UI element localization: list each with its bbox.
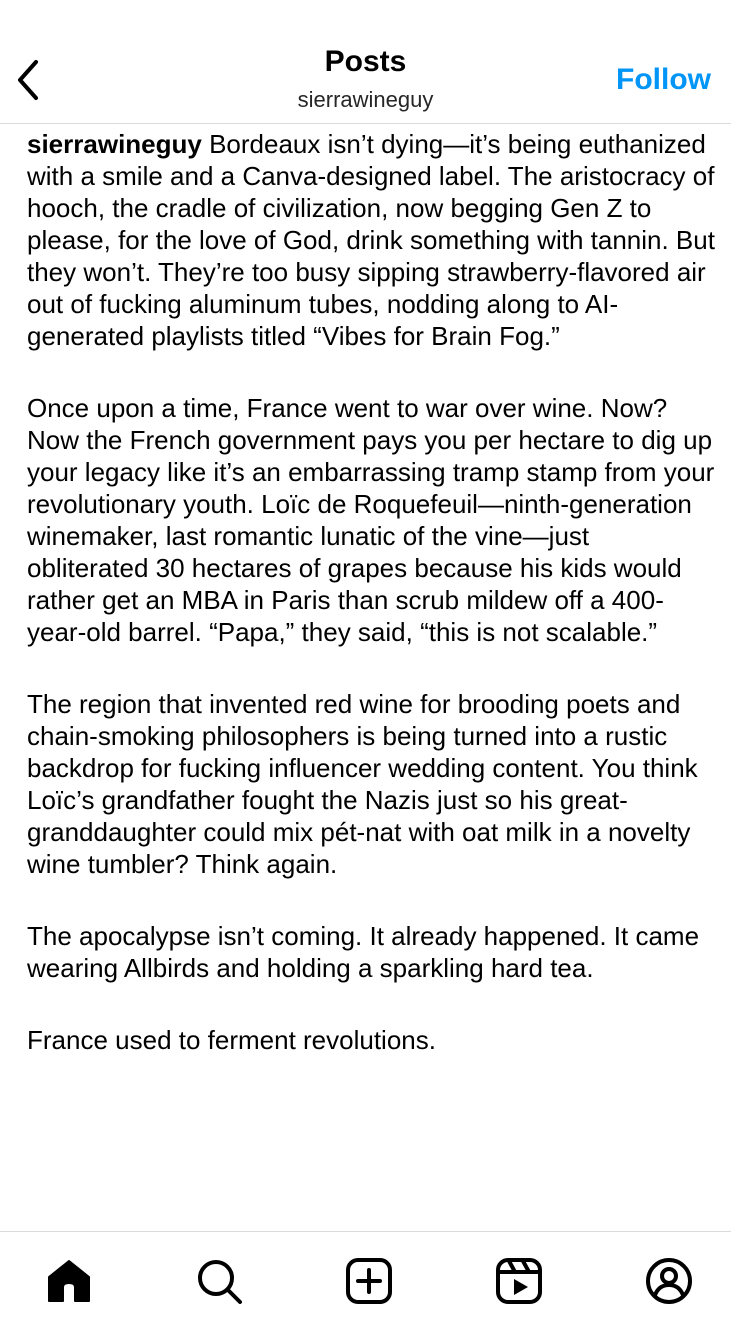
create-post-icon xyxy=(346,1258,392,1304)
caption-username[interactable]: sierrawineguy xyxy=(27,129,202,159)
caption-paragraph: The apocalypse isn’t coming. It already … xyxy=(27,921,700,983)
tab-home[interactable] xyxy=(44,1256,94,1306)
caption-paragraph: Once upon a time, France went to war ove… xyxy=(27,393,715,647)
post-caption: sierrawineguy Bordeaux isn’t dying—it’s … xyxy=(27,128,717,1218)
follow-button[interactable]: Follow xyxy=(616,62,711,98)
reels-icon xyxy=(496,1258,542,1304)
tab-create[interactable] xyxy=(344,1256,394,1306)
bottom-tab-bar xyxy=(0,1231,731,1324)
search-icon xyxy=(198,1260,242,1304)
post-detail-screen: Posts sierrawineguy Follow sierrawineguy… xyxy=(0,0,731,1324)
caption-paragraph: sierrawineguy Bordeaux isn’t dying—it’s … xyxy=(27,128,717,352)
tab-reels[interactable] xyxy=(494,1256,544,1306)
caption-paragraph: The region that invented red wine for br… xyxy=(27,689,698,879)
top-bar: Posts sierrawineguy Follow xyxy=(0,0,731,124)
caption-text: Bordeaux isn’t dying—it’s being euthaniz… xyxy=(27,129,715,351)
home-icon xyxy=(48,1260,90,1302)
tab-search[interactable] xyxy=(194,1256,244,1306)
tab-profile[interactable] xyxy=(644,1256,694,1306)
profile-icon xyxy=(646,1258,692,1304)
caption-paragraph: France used to ferment revolutions. xyxy=(27,1025,436,1055)
